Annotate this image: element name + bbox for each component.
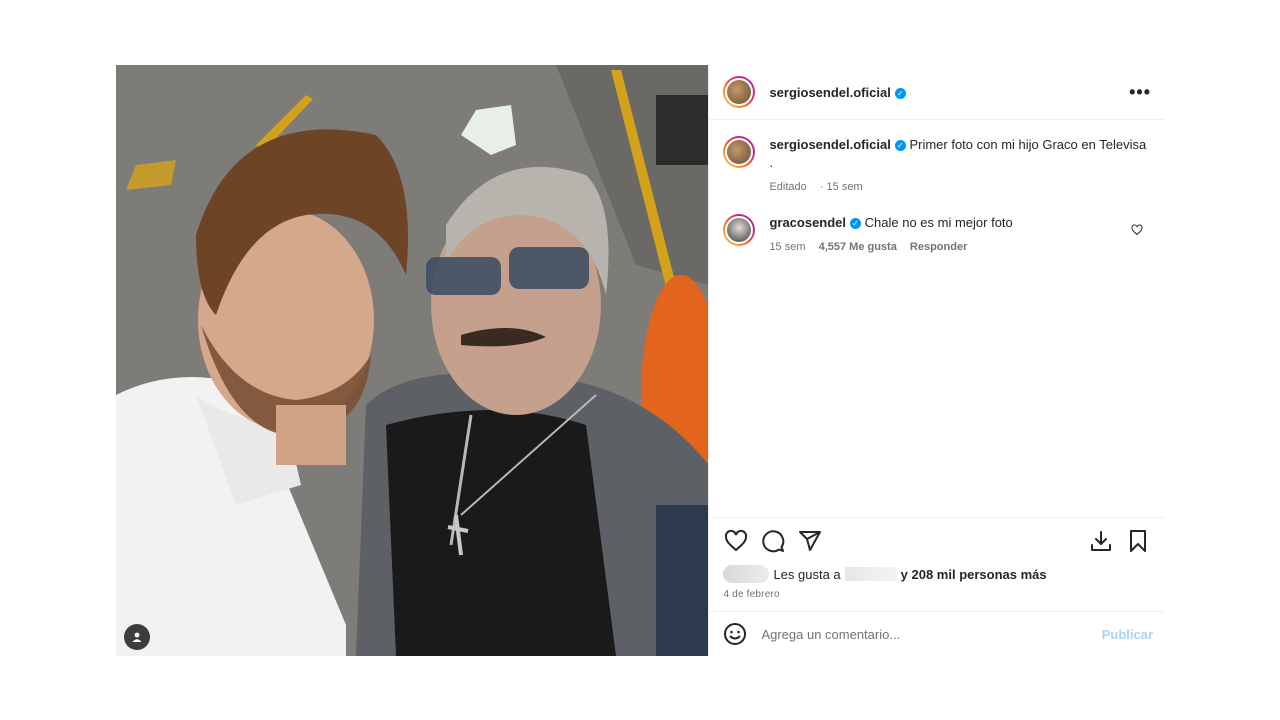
instagram-post: sergiosendel.oficial ✓ ••• sergiosendel.o… — [116, 65, 1165, 656]
post-photo[interactable] — [116, 65, 709, 656]
post-date: 4 de febrero — [723, 589, 780, 600]
comments-section: sergiosendel.oficial ✓ Primer foto con mi… — [709, 120, 1165, 256]
likes-prefix: Les gusta a — [773, 566, 841, 582]
caption-edited: Editado · 15 sem — [769, 181, 863, 193]
download-button[interactable] — [1088, 528, 1114, 554]
more-options-icon[interactable]: ••• — [1129, 82, 1151, 103]
author-avatar[interactable] — [723, 76, 756, 108]
download-icon — [1091, 531, 1111, 551]
comment-username[interactable]: gracosendel — [769, 215, 846, 230]
post-sidebar: sergiosendel.oficial ✓ ••• sergiosendel.o… — [708, 65, 1165, 656]
photo-illustration — [116, 65, 709, 656]
comment-likes[interactable]: 4,557 Me gusta — [819, 241, 897, 253]
post-actions: Les gusta a y 208 mil personas más 4 de … — [709, 517, 1165, 600]
user-tag-button[interactable] — [124, 624, 150, 650]
caption: sergiosendel.oficial ✓ Primer foto con mi… — [723, 136, 1151, 196]
add-comment-bar: Agrega un comentario... Publicar — [709, 611, 1165, 656]
liker-avatars — [723, 565, 770, 583]
verified-badge-icon: ✓ — [894, 140, 906, 151]
comment-time: 15 sem — [769, 241, 806, 253]
bookmark-icon — [1130, 530, 1146, 552]
comment-text: Chale no es mi mejor foto — [864, 215, 1013, 230]
comment-avatar[interactable] — [723, 214, 756, 246]
heart-icon — [725, 529, 748, 552]
save-button[interactable] — [1125, 528, 1151, 554]
likes-summary[interactable]: Les gusta a y 208 mil personas más — [723, 565, 1151, 583]
post-header: sergiosendel.oficial ✓ ••• — [709, 65, 1165, 120]
user-tag-icon — [132, 632, 142, 642]
comment-input[interactable]: Agrega un comentario... — [761, 627, 1101, 642]
comment-icon — [762, 530, 785, 553]
reply-button[interactable]: Responder — [910, 241, 967, 253]
comment: gracosendel ✓ Chale no es mi mejor foto 1… — [723, 214, 1151, 256]
author-username[interactable]: sergiosendel.oficial ✓ — [769, 85, 906, 100]
publish-button[interactable]: Publicar — [1102, 627, 1153, 642]
caption-username[interactable]: sergiosendel.oficial — [769, 137, 890, 152]
share-button[interactable] — [797, 528, 823, 554]
verified-badge-icon: ✓ — [894, 87, 906, 99]
comment-button[interactable] — [760, 528, 786, 554]
verified-badge-icon: ✓ — [850, 218, 862, 229]
likes-suffix: y 208 mil personas más — [900, 566, 1047, 582]
share-icon — [799, 531, 822, 551]
liker-name-blurred — [844, 567, 897, 581]
like-button[interactable] — [723, 528, 749, 554]
comment-heart-icon[interactable] — [1131, 224, 1143, 236]
emoji-icon[interactable] — [723, 622, 747, 646]
caption-avatar[interactable] — [723, 136, 756, 168]
